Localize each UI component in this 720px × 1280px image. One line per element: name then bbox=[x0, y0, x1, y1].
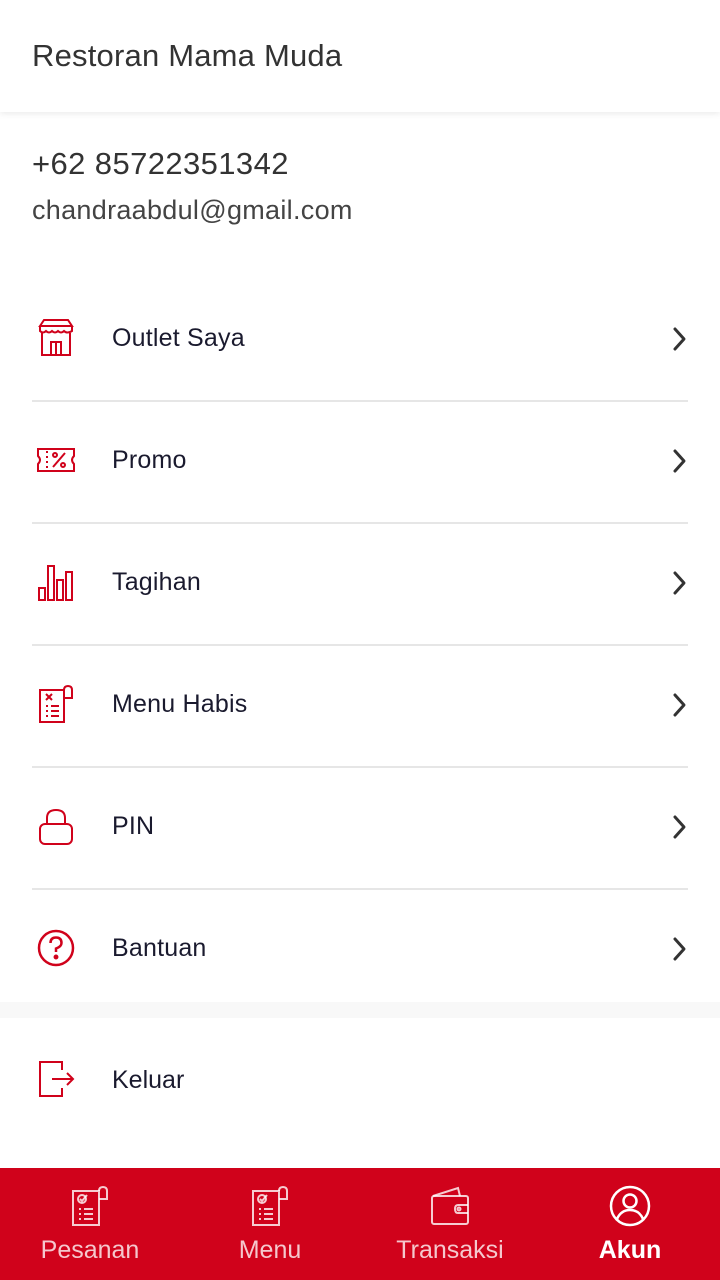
nav-item-menu[interactable]: Menu bbox=[180, 1168, 360, 1280]
menu-item-outlet-saya[interactable]: Outlet Saya bbox=[32, 280, 688, 402]
chevron-right-icon bbox=[672, 936, 688, 962]
nav-item-pesanan[interactable]: Pesanan bbox=[0, 1168, 180, 1280]
voucher-percent-icon bbox=[36, 440, 76, 480]
wallet-icon bbox=[428, 1184, 472, 1228]
nav-label: Pesanan bbox=[40, 1236, 140, 1264]
nav-item-transaksi[interactable]: Transaksi bbox=[360, 1168, 540, 1280]
menu-item-bantuan[interactable]: Bantuan bbox=[32, 890, 688, 1010]
chevron-right-icon bbox=[672, 326, 688, 352]
menu-item-pin[interactable]: PIN bbox=[32, 768, 688, 890]
menu-item-label: PIN bbox=[112, 812, 155, 840]
app-bar: Restoran Mama Muda bbox=[0, 0, 720, 112]
account-menu-list: Outlet Saya Promo Tagihan Menu Habis PIN… bbox=[0, 280, 720, 1010]
bar-chart-icon bbox=[36, 562, 76, 602]
menu-item-label: Bantuan bbox=[112, 934, 207, 962]
menu-receipt-icon bbox=[248, 1184, 292, 1228]
menu-item-label: Menu Habis bbox=[112, 690, 248, 718]
user-circle-icon bbox=[608, 1184, 652, 1228]
profile-info: +62 85722351342 chandraabdul@gmail.com bbox=[32, 144, 353, 226]
menu-item-promo[interactable]: Promo bbox=[32, 402, 688, 524]
nav-label: Menu bbox=[238, 1236, 302, 1264]
section-separator bbox=[0, 1002, 720, 1018]
nav-item-akun[interactable]: Akun bbox=[540, 1168, 720, 1280]
menu-item-label: Outlet Saya bbox=[112, 324, 245, 352]
order-receipt-icon bbox=[68, 1184, 112, 1228]
profile-email: chandraabdul@gmail.com bbox=[32, 195, 353, 225]
page-title: Restoran Mama Muda bbox=[32, 38, 343, 73]
menu-item-label: Tagihan bbox=[112, 568, 201, 596]
logout-icon bbox=[36, 1058, 76, 1100]
nav-label: Akun bbox=[598, 1236, 662, 1264]
logout-button[interactable]: Keluar bbox=[32, 1018, 688, 1140]
profile-phone: +62 85722351342 bbox=[32, 146, 289, 181]
menu-item-tagihan[interactable]: Tagihan bbox=[32, 524, 688, 646]
chevron-right-icon bbox=[672, 448, 688, 474]
bottom-navigation: Pesanan Menu Transaksi Akun bbox=[0, 1168, 720, 1280]
chevron-right-icon bbox=[672, 570, 688, 596]
help-circle-icon bbox=[36, 928, 76, 968]
logout-label: Keluar bbox=[112, 1066, 185, 1094]
chevron-right-icon bbox=[672, 814, 688, 840]
store-icon bbox=[36, 318, 76, 358]
lock-icon bbox=[36, 806, 76, 846]
menu-receipt-icon bbox=[36, 684, 76, 724]
nav-label: Transaksi bbox=[396, 1236, 504, 1264]
menu-item-menu-habis[interactable]: Menu Habis bbox=[32, 646, 688, 768]
chevron-right-icon bbox=[672, 692, 688, 718]
menu-item-label: Promo bbox=[112, 446, 187, 474]
